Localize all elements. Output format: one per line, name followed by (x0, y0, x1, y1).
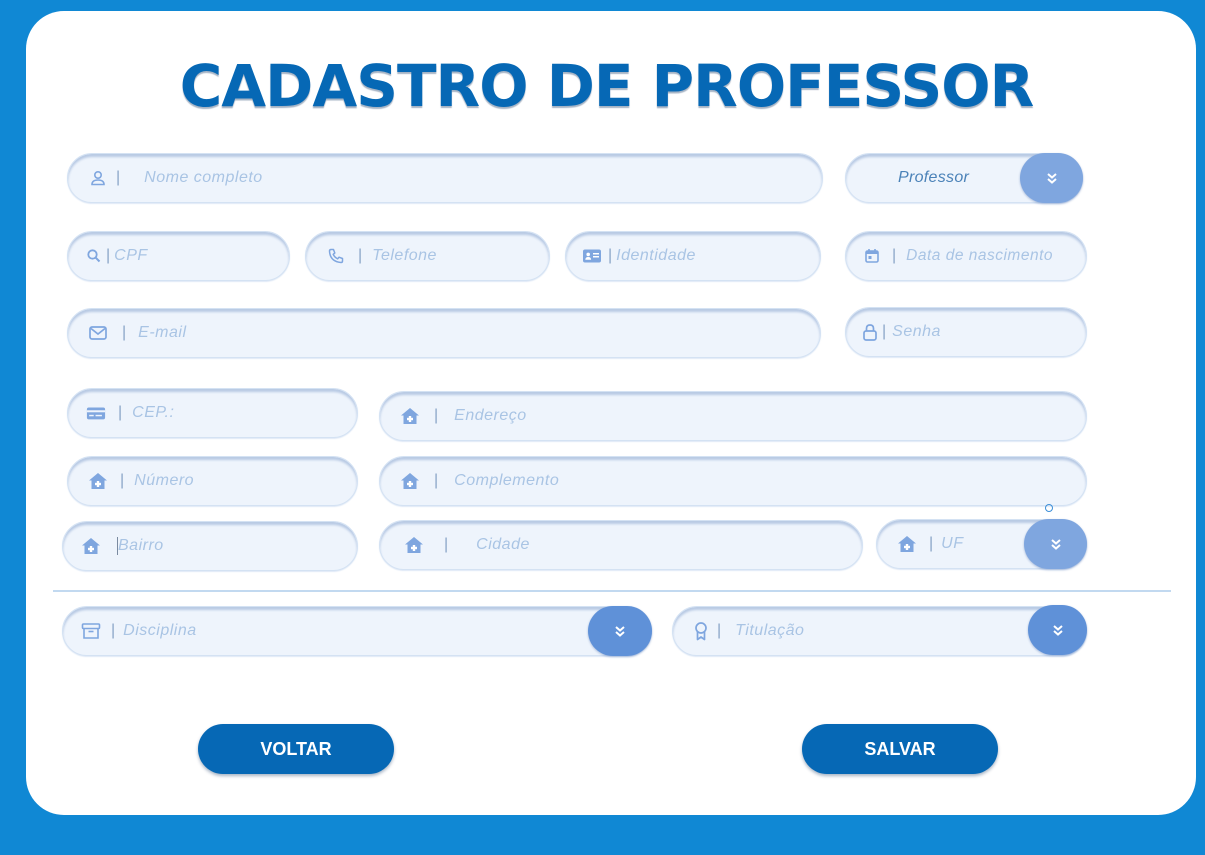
bairro-field[interactable]: Bairro (62, 521, 358, 571)
house-icon (897, 534, 917, 554)
separator: | (118, 404, 123, 421)
house-icon (88, 471, 108, 491)
cpf-field[interactable]: | CPF (67, 231, 290, 281)
calendar-icon (862, 246, 882, 266)
numero-placeholder: Número (134, 472, 195, 489)
circle-marker (1045, 504, 1053, 512)
uf-placeholder: UF (941, 535, 964, 552)
endereco-placeholder: Endereço (454, 407, 527, 424)
user-icon (88, 168, 108, 188)
card-icon (86, 403, 106, 423)
complemento-field[interactable]: | Complemento (379, 456, 1087, 506)
award-icon (691, 621, 711, 641)
bairro-placeholder: Bairro (118, 537, 164, 554)
house-icon (400, 406, 420, 426)
chevron-double-down-icon (1048, 620, 1068, 640)
separator: | (608, 247, 613, 264)
nascimento-placeholder: Data de nascimento (906, 247, 1054, 264)
email-placeholder: E-mail (138, 324, 187, 341)
disciplina-dropdown-button[interactable] (588, 606, 652, 656)
separator: | (434, 407, 439, 424)
cargo-dropdown-button[interactable] (1020, 153, 1083, 203)
house-icon (404, 535, 424, 555)
uf-dropdown-button[interactable] (1024, 519, 1087, 569)
senha-placeholder: Senha (892, 323, 941, 340)
complemento-placeholder: Complemento (454, 472, 560, 489)
telefone-field[interactable]: | Telefone (305, 231, 550, 281)
cidade-placeholder: Cidade (476, 536, 530, 553)
titulacao-placeholder: Titulação (735, 622, 805, 639)
separator: | (116, 169, 121, 186)
house-icon (400, 471, 420, 491)
identidade-field[interactable]: | Identidade (565, 231, 821, 281)
disciplina-select[interactable]: | Disciplina (62, 606, 652, 656)
senha-field[interactable]: | Senha (845, 307, 1087, 357)
salvar-button[interactable]: SALVAR (802, 724, 998, 774)
search-icon (84, 246, 104, 266)
cep-field[interactable]: | CEP.: (67, 388, 358, 438)
separator: | (106, 247, 111, 264)
titulacao-select[interactable]: | Titulação (672, 606, 1087, 656)
lock-icon (860, 322, 880, 342)
nome-placeholder: Nome completo (144, 169, 263, 186)
separator: | (111, 622, 116, 639)
email-field[interactable]: | E-mail (67, 308, 821, 358)
separator: | (892, 247, 897, 264)
phone-icon (326, 246, 346, 266)
chevron-double-down-icon (1042, 168, 1062, 188)
separator: | (929, 535, 934, 552)
house-icon (81, 536, 101, 556)
separator: | (120, 472, 125, 489)
chevron-double-down-icon (1046, 534, 1066, 554)
cargo-value: Professor (898, 169, 970, 186)
id-card-icon (582, 246, 602, 266)
cpf-placeholder: CPF (114, 247, 148, 264)
disciplina-placeholder: Disciplina (123, 622, 197, 639)
voltar-button[interactable]: VOLTAR (198, 724, 394, 774)
numero-field[interactable]: | Número (67, 456, 358, 506)
cep-placeholder: CEP.: (132, 404, 175, 421)
separator: | (122, 324, 127, 341)
titulacao-dropdown-button[interactable] (1028, 605, 1087, 655)
separator: | (434, 472, 439, 489)
separator: | (882, 323, 887, 340)
telefone-placeholder: Telefone (372, 247, 437, 264)
chevron-double-down-icon (610, 621, 630, 641)
section-divider (53, 590, 1171, 592)
separator: | (717, 622, 722, 639)
separator: | (444, 536, 449, 553)
cidade-field[interactable]: | Cidade (379, 520, 863, 570)
separator: | (358, 247, 363, 264)
page-title: CADASTRO DE PROFESSOR (179, 52, 1035, 120)
endereco-field[interactable]: | Endereço (379, 391, 1087, 441)
nome-field[interactable]: | Nome completo (67, 153, 823, 203)
identidade-placeholder: Identidade (616, 247, 696, 264)
archive-icon (81, 621, 101, 641)
envelope-icon (88, 323, 108, 343)
nascimento-field[interactable]: | Data de nascimento (845, 231, 1087, 281)
